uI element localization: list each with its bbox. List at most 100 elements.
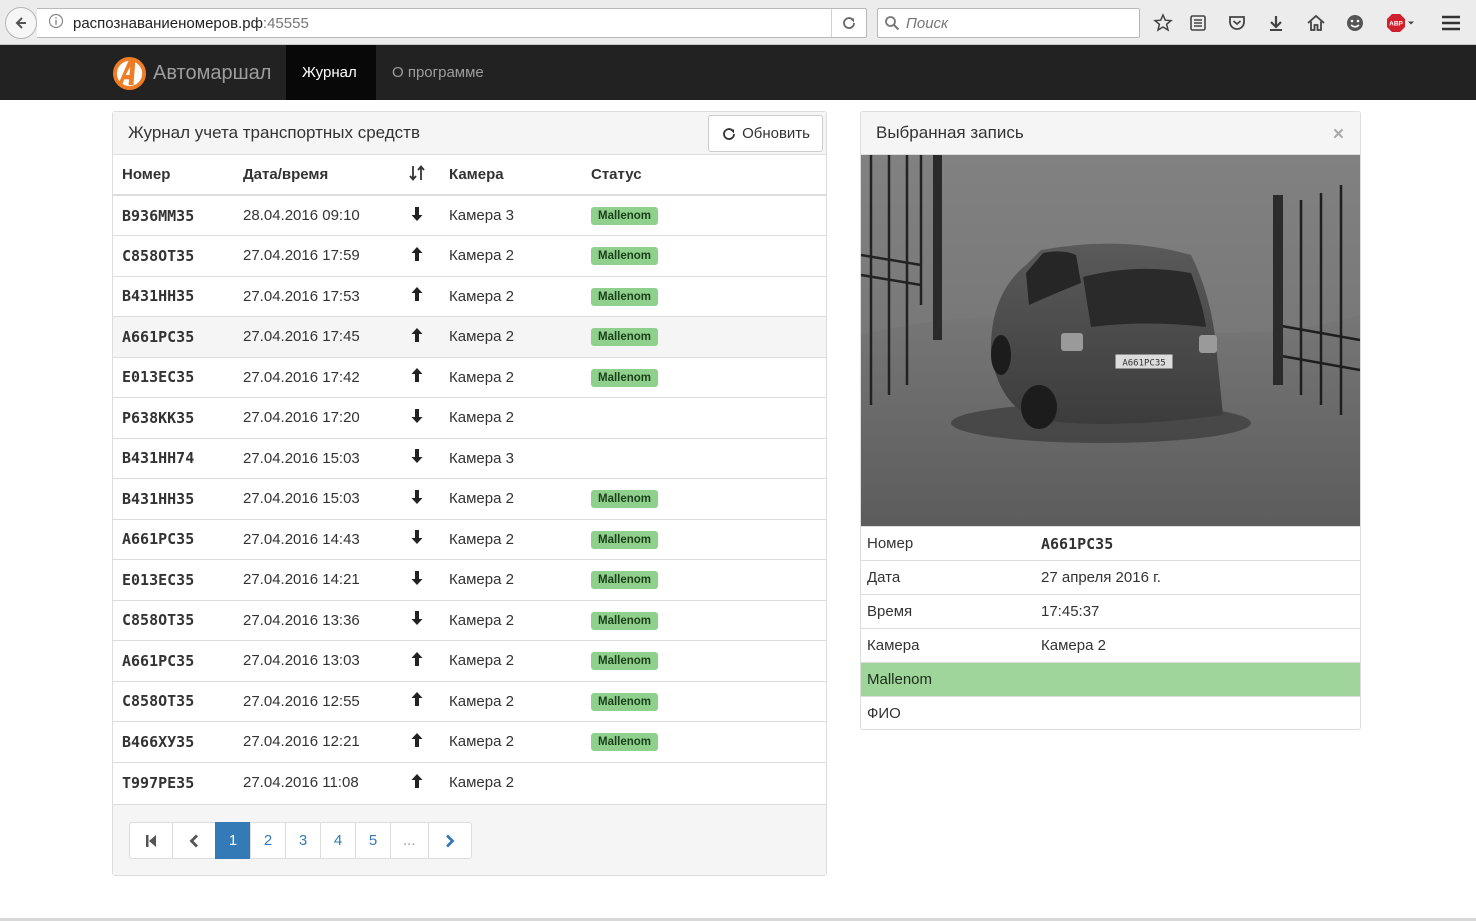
- row-plate: В936ММ35: [113, 194, 234, 236]
- row-status: Mallenom: [582, 559, 826, 600]
- status-badge: Mallenom: [591, 368, 659, 387]
- reading-list-icon[interactable]: [1187, 12, 1209, 34]
- column-header-direction[interactable]: [394, 155, 440, 196]
- page-button-5[interactable]: 5: [355, 822, 391, 859]
- status-badge: Mallenom: [591, 611, 659, 630]
- table-row[interactable]: А661РС35 27.04.2016 17:45 Камера 2 Mallenom: [113, 316, 826, 357]
- browser-toolbar: распознаваниеномеров.рф:45555 ABP: [0, 0, 1476, 45]
- table-row[interactable]: Р638КК35 27.04.2016 17:20 Камера 2: [113, 397, 826, 438]
- table-row[interactable]: Т997РЕ35 27.04.2016 11:08 Камера 2: [113, 761, 826, 803]
- close-button[interactable]: ×: [1333, 124, 1344, 146]
- arrow-down-icon: [394, 397, 440, 438]
- reload-icon[interactable]: [832, 15, 866, 31]
- page-ellipsis[interactable]: ...: [390, 822, 429, 859]
- nav-about[interactable]: О программе: [376, 45, 500, 100]
- row-status: Mallenom: [582, 275, 826, 317]
- detail-value-time: 17:45:37: [1041, 594, 1360, 629]
- url-text[interactable]: распознаваниеномеров.рф:45555: [73, 15, 831, 32]
- detail-label-time: Время: [861, 594, 1041, 629]
- table-header-row: Номер Дата/время Камера Статус: [113, 155, 826, 196]
- column-header-camera[interactable]: Камера: [440, 155, 582, 196]
- arrow-down-icon: [394, 559, 440, 600]
- row-datetime: 27.04.2016 15:03: [234, 437, 394, 479]
- detail-label-date: Дата: [861, 560, 1041, 595]
- row-datetime: 27.04.2016 14:21: [234, 559, 394, 600]
- home-icon[interactable]: [1305, 12, 1327, 34]
- prev-page-button[interactable]: [172, 822, 216, 859]
- page-button-4[interactable]: 4: [320, 822, 356, 859]
- column-header-status[interactable]: Статус: [582, 155, 826, 196]
- refresh-label: Обновить: [742, 125, 810, 142]
- arrow-up-icon: [394, 275, 440, 317]
- vehicle-photo: А661РС35: [861, 155, 1360, 526]
- row-plate: Е013ЕС35: [113, 559, 234, 600]
- row-camera: Камера 2: [440, 275, 582, 317]
- detail-status: Mallenom: [861, 662, 1360, 697]
- address-bar[interactable]: распознаваниеномеров.рф:45555: [37, 8, 867, 38]
- row-datetime: 27.04.2016 17:53: [234, 275, 394, 317]
- url-host: распознаваниеномеров.рф: [73, 14, 263, 32]
- table-row[interactable]: С858ОТ35 27.04.2016 12:55 Камера 2 Mallenom: [113, 680, 826, 722]
- table-row[interactable]: В431НН74 27.04.2016 15:03 Камера 3: [113, 437, 826, 479]
- arrow-up-icon: [394, 721, 440, 762]
- smiley-icon[interactable]: [1344, 12, 1366, 34]
- table-row[interactable]: С858ОТ35 27.04.2016 13:36 Камера 2 Mallenom: [113, 599, 826, 641]
- brand[interactable]: Автомаршал: [112, 55, 271, 91]
- pocket-icon[interactable]: [1226, 12, 1248, 34]
- row-camera: Камера 2: [440, 599, 582, 641]
- refresh-button[interactable]: Обновить: [708, 115, 823, 152]
- back-button[interactable]: [5, 7, 37, 39]
- detail-row-fio: ФИО: [861, 696, 1360, 731]
- row-camera: Камера 2: [440, 316, 582, 357]
- arrow-down-icon: [394, 478, 440, 519]
- journal-title: Журнал учета транспортных средств: [128, 123, 420, 142]
- next-page-button[interactable]: [427, 822, 472, 859]
- arrow-up-icon: [394, 640, 440, 681]
- adblock-icon[interactable]: ABP: [1384, 12, 1418, 34]
- column-header-plate[interactable]: Номер: [113, 155, 234, 196]
- page-button-3[interactable]: 3: [285, 822, 321, 859]
- page-button-2[interactable]: 2: [250, 822, 286, 859]
- table-row[interactable]: Е013ЕС35 27.04.2016 17:42 Камера 2 Mallenom: [113, 356, 826, 398]
- arrow-up-icon: [394, 761, 440, 803]
- nav-journal[interactable]: Журнал: [286, 45, 376, 100]
- table-row[interactable]: В936ММ35 28.04.2016 09:10 Камера 3 Mallenom: [113, 194, 826, 236]
- status-badge: Mallenom: [591, 328, 659, 347]
- table-row[interactable]: Е013ЕС35 27.04.2016 14:21 Камера 2 Mallenom: [113, 559, 826, 600]
- star-icon[interactable]: [1152, 12, 1174, 34]
- table-row[interactable]: А661РС35 27.04.2016 13:03 Камера 2 Mallenom: [113, 640, 826, 681]
- table-row[interactable]: В466ХУ35 27.04.2016 12:21 Камера 2 Mallenom: [113, 721, 826, 762]
- back-arrow-icon: [15, 17, 26, 29]
- app-navbar: Автомаршал Журнал О программе: [0, 45, 1476, 100]
- site-info-icon[interactable]: [43, 13, 69, 34]
- column-header-datetime[interactable]: Дата/время: [234, 155, 394, 196]
- row-camera: Камера 2: [440, 761, 582, 803]
- row-datetime: 27.04.2016 12:55: [234, 680, 394, 722]
- download-icon[interactable]: [1265, 12, 1287, 34]
- photo-plate-text: А661РС35: [1122, 359, 1165, 369]
- row-status: Mallenom: [582, 316, 826, 357]
- chevron-right-icon: [445, 834, 454, 847]
- table-row[interactable]: В431НН35 27.04.2016 17:53 Камера 2 Mallenom: [113, 275, 826, 317]
- table-row[interactable]: А661РС35 27.04.2016 14:43 Камера 2 Mallenom: [113, 518, 826, 560]
- menu-icon[interactable]: [1440, 12, 1462, 34]
- table-row[interactable]: С858ОТ35 27.04.2016 17:59 Камера 2 Mallenom: [113, 235, 826, 276]
- first-page-button[interactable]: [129, 822, 173, 859]
- row-datetime: 27.04.2016 17:59: [234, 235, 394, 276]
- arrow-up-icon: [394, 680, 440, 722]
- arrow-down-icon: [394, 437, 440, 479]
- journal-table: Номер Дата/время Камера Статус В936ММ35 2…: [113, 155, 826, 803]
- search-box[interactable]: [877, 8, 1140, 38]
- search-input[interactable]: [906, 14, 1126, 32]
- table-row[interactable]: В431НН35 27.04.2016 15:03 Камера 2 Mallenom: [113, 478, 826, 519]
- journal-panel: Журнал учета транспортных средств Обнови…: [112, 111, 827, 876]
- row-camera: Камера 2: [440, 356, 582, 398]
- selected-record-panel: Выбранная запись × А661РС35 Номер А661РС…: [860, 111, 1361, 731]
- status-badge: Mallenom: [591, 571, 659, 590]
- row-status: Mallenom: [582, 721, 826, 762]
- row-datetime: 27.04.2016 17:20: [234, 397, 394, 438]
- page-button-1[interactable]: 1: [215, 822, 251, 859]
- selected-record-heading: Выбранная запись: [861, 112, 1360, 155]
- row-status: Mallenom: [582, 518, 826, 560]
- detail-row-status: Mallenom: [861, 662, 1360, 697]
